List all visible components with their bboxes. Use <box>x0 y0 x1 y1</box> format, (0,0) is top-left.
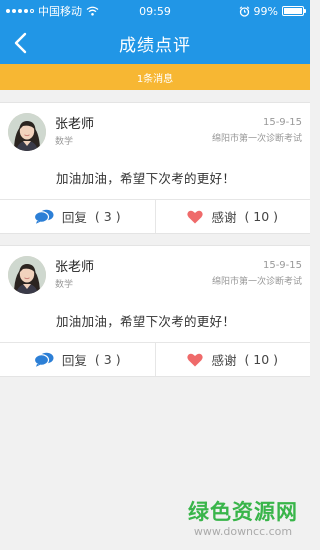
reply-button[interactable]: 回复 ( 3 ) <box>0 343 155 376</box>
comment-actions: 回复 ( 3 ) 感谢 ( 10 ) <box>0 199 310 233</box>
comment-text: 加油加油，希望下次考的更好！ <box>56 314 236 329</box>
exam-name: 绵阳市第一次诊断考试 <box>211 134 302 144</box>
comment-body: 张老师 数学 15-9-15 绵阳市第一次诊断考试 加油加油，希望下次考的更好！ <box>0 103 310 199</box>
teacher-info: 张老师 数学 <box>55 260 94 294</box>
comment-body: 张老师 数学 15-9-15 绵阳市第一次诊断考试 加油加油，希望下次考的更好！ <box>0 246 310 342</box>
thanks-button[interactable]: 感谢 ( 10 ) <box>154 200 311 233</box>
chat-bubbles-icon <box>33 209 54 224</box>
thanks-label: 感谢 <box>211 353 237 368</box>
reply-label: 回复 <box>61 210 87 225</box>
back-button[interactable] <box>4 22 36 64</box>
battery-percent: 99% <box>253 4 278 18</box>
reply-count: ( 3 ) <box>94 209 121 224</box>
status-left: 中国移动 <box>6 3 99 19</box>
avatar[interactable] <box>8 113 46 151</box>
battery-icon <box>282 6 306 16</box>
thanks-label: 感谢 <box>211 210 237 225</box>
thanks-button[interactable]: 感谢 ( 10 ) <box>154 343 311 376</box>
teacher-info: 张老师 数学 <box>55 117 94 151</box>
teacher-name: 张老师 <box>55 117 95 132</box>
comment-date: 15-9-15 <box>262 260 302 271</box>
reply-count: ( 3 ) <box>94 352 121 367</box>
watermark: 绿色资源网 www.downcc.com <box>188 496 298 538</box>
watermark-url: www.downcc.com <box>193 525 293 538</box>
thanks-count: ( 10 ) <box>244 209 279 224</box>
alarm-icon <box>239 5 249 17</box>
signal-dots-icon <box>6 9 34 13</box>
reply-button[interactable]: 回复 ( 3 ) <box>0 200 155 233</box>
notice-bar[interactable]: 1条消息 <box>0 64 310 90</box>
comment-actions: 回复 ( 3 ) 感谢 ( 10 ) <box>0 342 310 376</box>
heart-icon <box>187 353 204 366</box>
chat-bubbles-icon <box>33 352 54 367</box>
avatar[interactable] <box>8 256 46 294</box>
status-right: 99% <box>239 4 306 18</box>
wifi-icon <box>86 6 99 16</box>
comment-card: 张老师 数学 15-9-15 绵阳市第一次诊断考试 加油加油，希望下次考的更好！… <box>0 102 310 234</box>
comment-text: 加油加油，希望下次考的更好！ <box>56 171 236 186</box>
watermark-title: 绿色资源网 <box>188 500 298 524</box>
comment-meta: 15-9-15 绵阳市第一次诊断考试 <box>212 260 302 294</box>
teacher-name: 张老师 <box>55 260 95 275</box>
heart-icon <box>187 210 204 223</box>
chevron-left-icon <box>14 32 27 54</box>
notice-text: 1条消息 <box>136 73 174 85</box>
status-bar: 中国移动 09:59 99% <box>0 0 310 22</box>
page-title: 成绩点评 <box>119 35 191 56</box>
carrier-label: 中国移动 <box>38 5 82 18</box>
comment-header: 张老师 数学 15-9-15 绵阳市第一次诊断考试 <box>8 113 302 151</box>
comment-meta: 15-9-15 绵阳市第一次诊断考试 <box>212 117 302 151</box>
nav-bar: 成绩点评 <box>0 22 310 64</box>
thanks-count: ( 10 ) <box>244 352 279 367</box>
comment-header: 张老师 数学 15-9-15 绵阳市第一次诊断考试 <box>8 256 302 294</box>
reply-label: 回复 <box>61 353 87 368</box>
comment-date: 15-9-15 <box>262 117 302 128</box>
exam-name: 绵阳市第一次诊断考试 <box>211 277 302 287</box>
teacher-subject: 数学 <box>55 280 74 290</box>
teacher-subject: 数学 <box>55 137 74 147</box>
comment-card: 张老师 数学 15-9-15 绵阳市第一次诊断考试 加油加油，希望下次考的更好！… <box>0 245 310 377</box>
